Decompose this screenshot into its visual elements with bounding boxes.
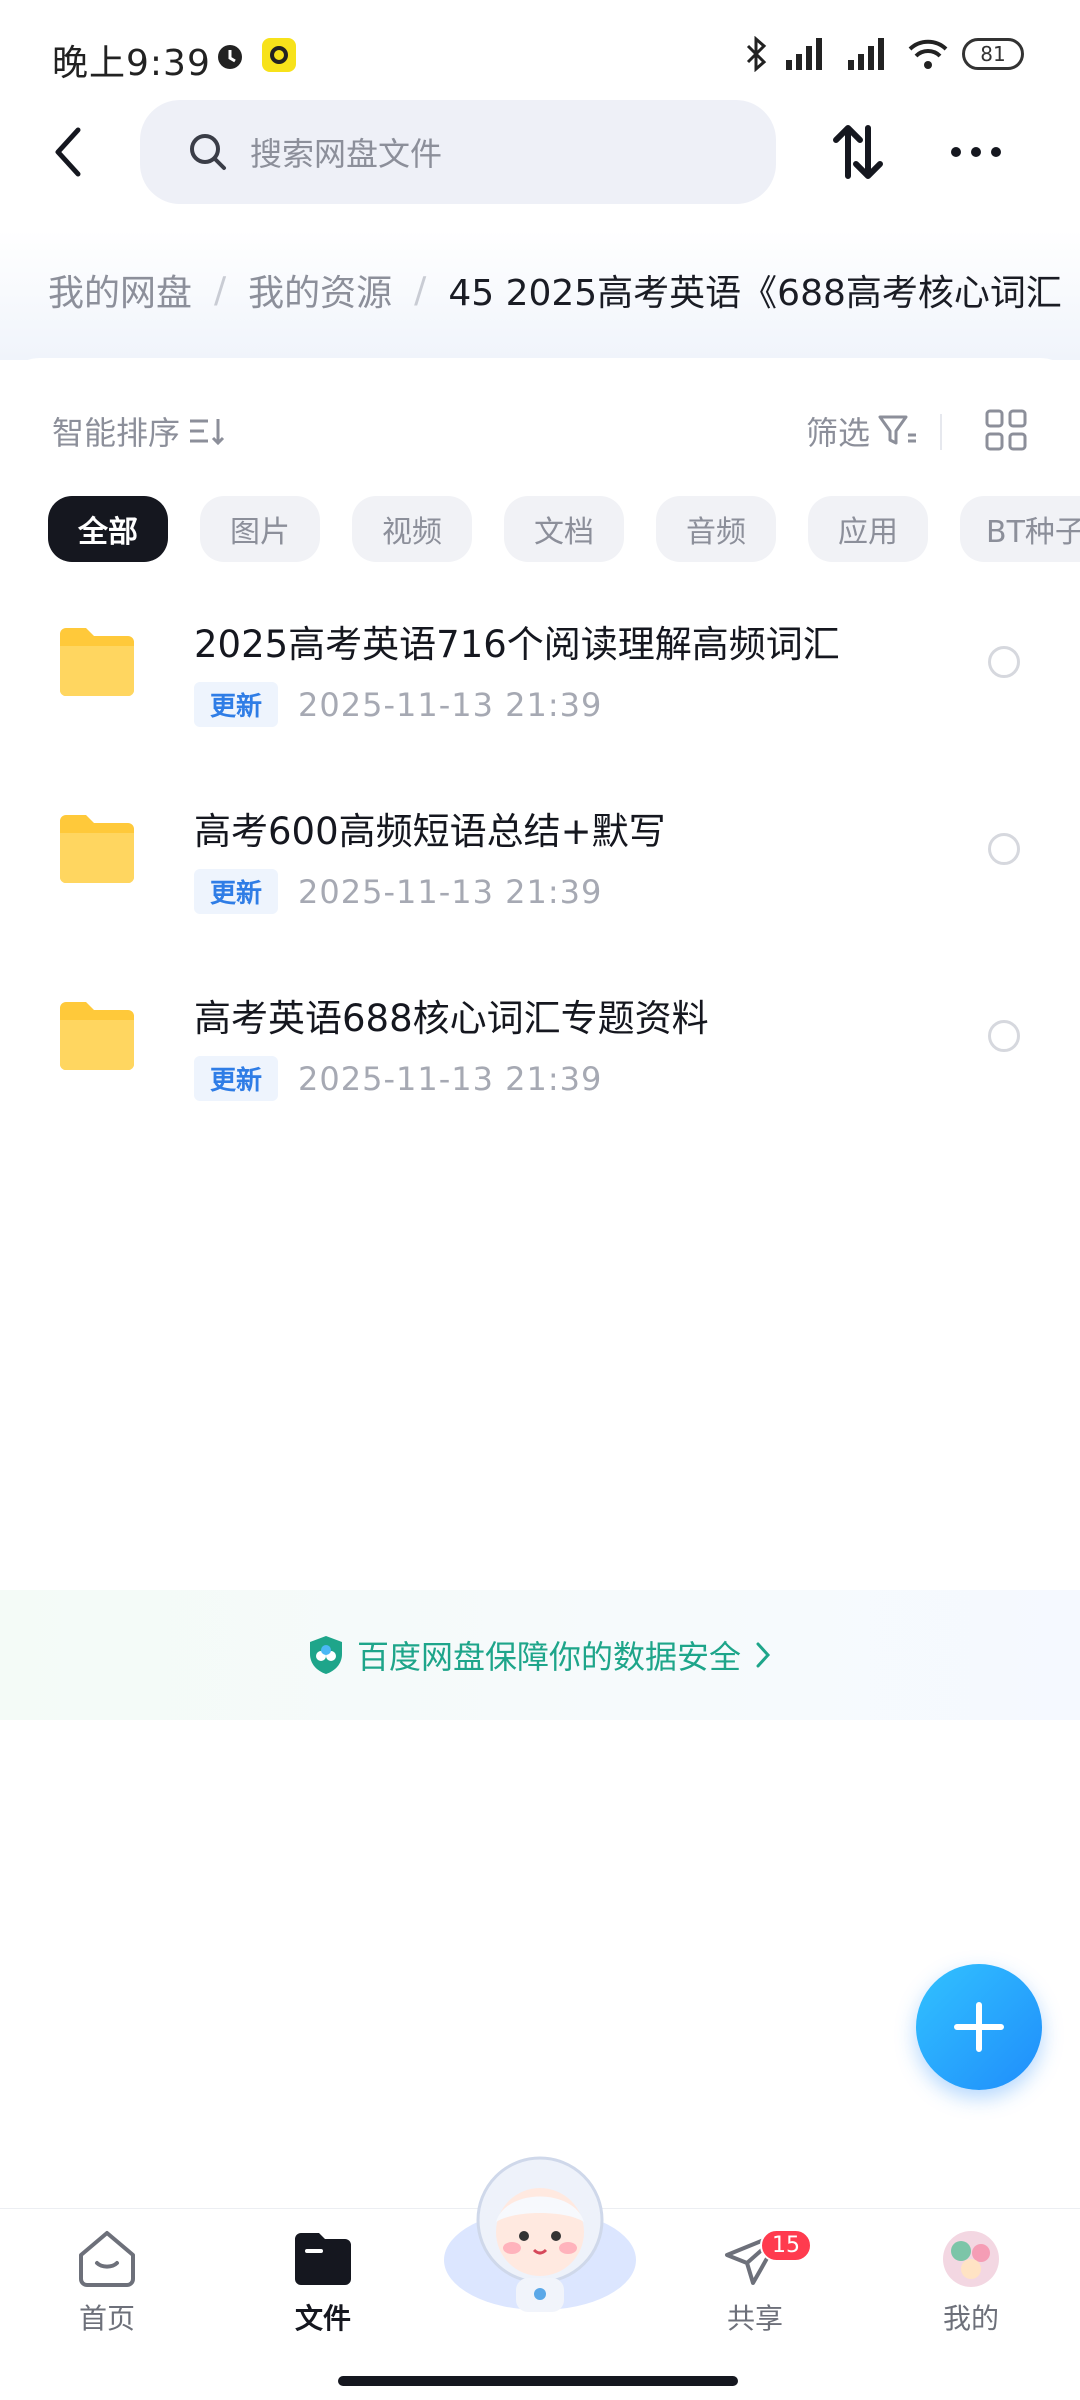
select-checkbox[interactable] [988,646,1020,678]
top-nav: 搜索网盘文件 [0,100,1080,204]
nav-files[interactable]: 文件 [248,2229,398,2337]
more-dots-icon [951,147,1001,157]
nav-home-label: 首页 [78,2302,135,2335]
transfer-button[interactable] [826,120,890,184]
select-checkbox[interactable] [988,1020,1020,1052]
file-list: 2025高考英语716个阅读理解高频词汇 更新 2025-11-13 21:39… [0,586,1080,1147]
file-row[interactable]: 高考英语688核心词汇专题资料 更新 2025-11-13 21:39 [0,960,1080,1147]
file-panel: 智能排序 筛选 全部 图片 视频 文档 音频 应用 BT种子 2025高考英语7… [0,358,1080,2400]
chip-images[interactable]: 图片 [200,496,320,562]
plus-icon [954,2002,1004,2052]
breadcrumb: 我的网盘 / 我的资源 / 45 2025高考英语《688高考核心词汇 [48,264,1062,316]
back-button[interactable] [36,120,100,184]
avatar [943,2231,999,2287]
add-button[interactable] [916,1964,1042,2090]
file-row[interactable]: 高考600高频短语总结+默写 更新 2025-11-13 21:39 [0,773,1080,960]
file-meta: 更新 2025-11-13 21:39 [194,1056,602,1101]
search-input[interactable]: 搜索网盘文件 [140,100,776,204]
app-notification-icon [262,38,296,72]
file-date: 2025-11-13 21:39 [298,1059,603,1098]
sort-icon [190,419,225,446]
search-icon [190,134,226,170]
filter-label: 筛选 [805,414,870,452]
status-time: 晚上9:39 [52,43,211,84]
grid-view-icon[interactable] [984,408,1028,452]
sort-label: 智能排序 [52,414,181,452]
update-tag: 更新 [194,869,279,914]
breadcrumb-item-resources[interactable]: 我的资源 [248,264,392,316]
file-date: 2025-11-13 21:39 [298,685,603,724]
bluetooth-icon [746,36,767,72]
nav-home[interactable]: 首页 [32,2229,182,2337]
file-name: 高考600高频短语总结+默写 [194,810,666,853]
status-bar: 晚上9:39 81 [0,0,1080,110]
nav-me-label: 我的 [942,2302,999,2335]
nav-me[interactable]: 我的 [896,2229,1046,2337]
security-banner[interactable]: 百度网盘保障你的数据安全 [0,1590,1080,1720]
folder-icon [60,628,134,696]
breadcrumb-separator: / [214,269,227,311]
nav-share-label: 共享 [726,2302,783,2335]
alarm-icon [218,45,242,69]
assistant-mascot-button[interactable] [440,2150,640,2320]
file-name: 2025高考英语716个阅读理解高频词汇 [194,623,840,666]
breadcrumb-bar: 我的网盘 / 我的资源 / 45 2025高考英语《688高考核心词汇 [0,230,1080,360]
file-meta: 更新 2025-11-13 21:39 [194,682,602,727]
update-tag: 更新 [194,1056,279,1101]
chevron-right-icon [756,1642,771,1668]
security-text: 百度网盘保障你的数据安全 [356,1638,741,1676]
filter-icon [878,415,916,445]
breadcrumb-separator: / [414,269,427,311]
wifi-icon [908,39,948,69]
breadcrumb-current: 45 2025高考英语《688高考核心词汇 [448,273,1062,314]
home-indicator [338,2376,738,2386]
category-chips: 全部 图片 视频 文档 音频 应用 BT种子 [48,496,1080,562]
chip-bt[interactable]: BT种子 [960,496,1080,562]
toolbar-divider [940,414,942,450]
up-down-arrows-icon [833,125,883,179]
breadcrumb-item-root[interactable]: 我的网盘 [48,264,192,316]
list-toolbar: 智能排序 筛选 [52,408,1028,458]
chip-all[interactable]: 全部 [48,496,168,562]
chip-audio[interactable]: 音频 [656,496,776,562]
chip-documents[interactable]: 文档 [504,496,624,562]
file-meta: 更新 2025-11-13 21:39 [194,869,602,914]
filter-button[interactable]: 筛选 [806,408,918,454]
signal-icon [786,38,822,70]
select-checkbox[interactable] [988,833,1020,865]
battery-indicator: 81 [962,38,1024,70]
home-icon [79,2231,135,2287]
file-name: 高考英语688核心词汇专题资料 [194,997,709,1040]
folder-icon [60,1002,134,1070]
more-button[interactable] [944,120,1008,184]
chip-videos[interactable]: 视频 [352,496,472,562]
share-badge: 15 [760,2229,812,2262]
update-tag: 更新 [194,682,279,727]
nav-files-label: 文件 [294,2302,351,2335]
sort-button[interactable]: 智能排序 [52,408,228,454]
file-date: 2025-11-13 21:39 [298,872,603,911]
folder-tab-icon [295,2233,351,2285]
chevron-left-icon [55,127,81,177]
signal-icon-2 [848,38,884,70]
status-indicators: 81 [744,34,1024,74]
shield-icon [309,1636,342,1674]
folder-icon [60,815,134,883]
file-row[interactable]: 2025高考英语716个阅读理解高频词汇 更新 2025-11-13 21:39 [0,586,1080,773]
chip-apps[interactable]: 应用 [808,496,928,562]
nav-share[interactable]: 15 共享 [680,2229,830,2337]
search-placeholder: 搜索网盘文件 [250,135,443,173]
